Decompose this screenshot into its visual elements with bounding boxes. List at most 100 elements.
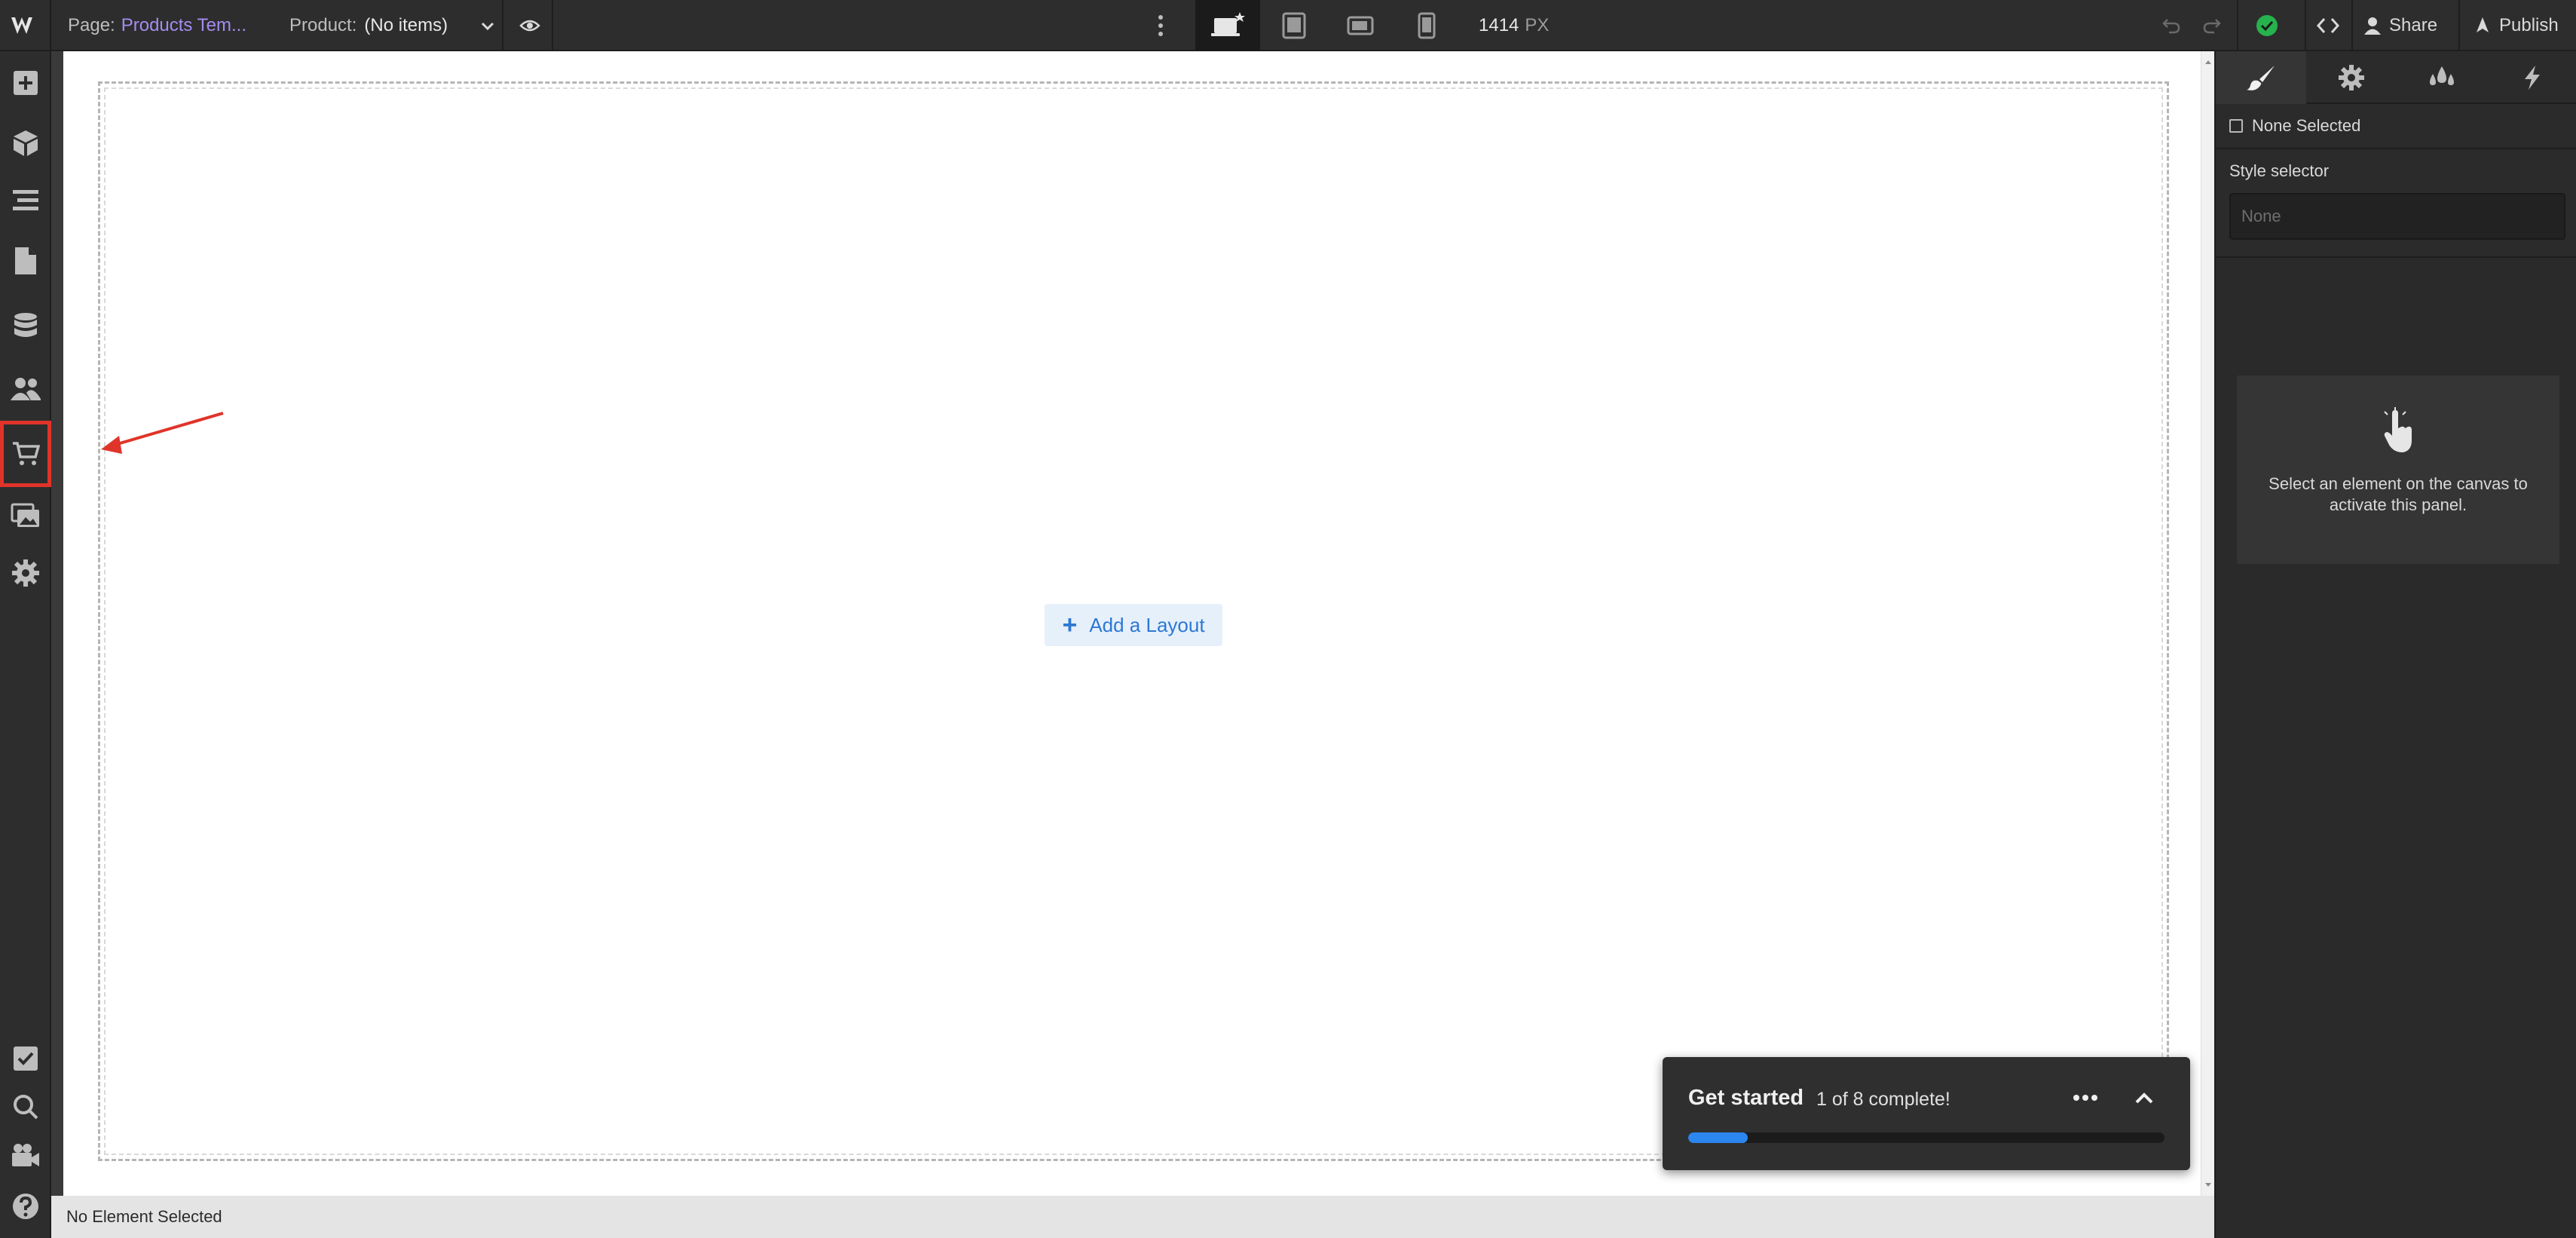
ecommerce-button[interactable] [0,421,51,487]
divider [2305,0,2306,51]
tab-style[interactable] [2216,51,2306,104]
share-button[interactable]: Share [2363,0,2437,51]
none-selected-row[interactable]: None Selected [2229,115,2360,137]
code-export-button[interactable] [2308,0,2348,51]
breakpoint-tablet-button[interactable] [1262,0,1326,51]
plus-icon: + [1062,611,1078,639]
get-started-more-button[interactable] [2067,1083,2104,1113]
divider [502,0,503,51]
users-button[interactable] [0,360,51,418]
product-selector[interactable]: Product: (No items) [289,0,496,51]
selection-checkbox[interactable] [2229,119,2243,133]
tablet-icon [1282,12,1306,39]
get-started-progress-fill [1688,1132,1748,1143]
add-panel-button[interactable] [0,54,51,112]
cms-button[interactable] [0,297,51,354]
assets-button[interactable] [0,487,51,544]
none-selected-label: None Selected [2252,116,2361,135]
breakpoint-portrait-button[interactable] [1394,0,1459,51]
page-selector[interactable]: Page: Products Tem... [68,0,246,51]
publish-label: Publish [2499,15,2559,35]
canvas-width[interactable]: 1414 PX [1479,0,1549,51]
tasks-checkbox-icon [14,1046,38,1071]
breakpoint-landscape-button[interactable] [1328,0,1393,51]
video-tutorials-button[interactable] [0,1126,51,1184]
add-layout-label: Add a Layout [1089,613,1205,636]
divider [552,0,553,51]
style-manager-drops-icon [2430,66,2454,85]
canvas-width-unit: PX [1525,15,1550,35]
navigator-button[interactable] [0,172,51,229]
tab-settings[interactable] [2306,51,2397,104]
divider [2351,0,2353,51]
settings-gear-icon [12,559,39,587]
redo-icon [2203,19,2221,34]
canvas-width-value: 1414 [1479,15,1519,35]
site-health-button[interactable] [2246,0,2288,51]
style-selector-placeholder: None [2241,207,2281,225]
get-started-count: 1 of 8 complete! [1816,1089,1950,1110]
divider [2237,0,2238,51]
page-name: Products Tem... [121,15,247,35]
desktop-base-breakpoint-icon [1211,12,1245,36]
undo-icon [2162,19,2180,34]
get-started-widget[interactable]: Get started 1 of 8 complete! [1663,1057,2190,1170]
tab-style-manager[interactable] [2397,51,2487,104]
style-brush-icon [2247,66,2275,90]
tab-interactions[interactable] [2487,51,2576,104]
redo-button[interactable] [2193,0,2231,51]
left-sidebar [0,51,51,1238]
interactions-lightning-icon [2525,66,2540,90]
status-bar: No Element Selected [51,1196,2214,1238]
video-camera-icon [12,1144,39,1166]
check-circle-icon [2256,15,2278,36]
pages-button[interactable] [0,232,51,290]
settings-button[interactable] [0,544,51,602]
components-icon [14,130,38,156]
person-icon [2364,17,2381,35]
undo-button[interactable] [2152,0,2190,51]
selection-status: No Element Selected [66,1207,222,1226]
page-label: Page: [68,15,115,35]
annotation-arrow-icon [101,412,224,454]
breakpoint-desktop-button[interactable] [1195,0,1260,51]
hint-text: Select an element on the canvas to activ… [2269,474,2528,514]
get-started-title: Get started [1688,1086,1804,1110]
components-button[interactable] [0,115,51,172]
rocket-icon [2477,17,2489,32]
preview-button[interactable] [509,0,550,51]
publish-button[interactable]: Publish [2474,0,2559,51]
pages-icon [15,247,36,274]
get-started-progress-track [1688,1132,2165,1143]
help-button[interactable] [0,1178,51,1235]
more-options-button[interactable] [1143,0,1179,51]
users-icon [11,378,41,400]
product-label: Product: [289,15,357,35]
vertical-dots-icon [1158,15,1163,36]
mobile-landscape-icon [1347,16,1374,35]
canvas-scrollbar[interactable] [2201,51,2214,1196]
webflow-logo-icon [11,17,32,34]
top-bar: Page: Products Tem... Product: (No items… [0,0,2576,51]
right-panel: None Selected Style selector None Select… [2214,51,2576,1238]
mobile-portrait-icon [1418,12,1436,39]
code-brackets-icon [2316,18,2340,33]
help-question-icon [13,1194,38,1219]
style-selector-label: Style selector [2229,161,2330,180]
empty-state-hint: Select an element on the canvas to activ… [2235,374,2561,565]
get-started-collapse-button[interactable] [2125,1083,2163,1113]
share-label: Share [2389,15,2438,35]
webflow-logo-button[interactable] [0,0,51,51]
add-layout-button[interactable]: + Add a Layout [1045,604,1222,646]
style-selector-input[interactable]: None [2229,193,2565,240]
design-canvas[interactable]: + Add a Layout [63,51,2201,1196]
chevron-down-icon [482,22,494,31]
panel-tabs [2216,51,2576,104]
chevron-up-icon [2135,1092,2153,1104]
add-icon [14,71,38,95]
eye-icon [519,20,540,32]
scroll-down-arrow-icon [2205,1183,2211,1187]
ecommerce-cart-icon [13,442,40,465]
assets-images-icon [11,503,39,527]
cms-database-icon [14,313,37,337]
